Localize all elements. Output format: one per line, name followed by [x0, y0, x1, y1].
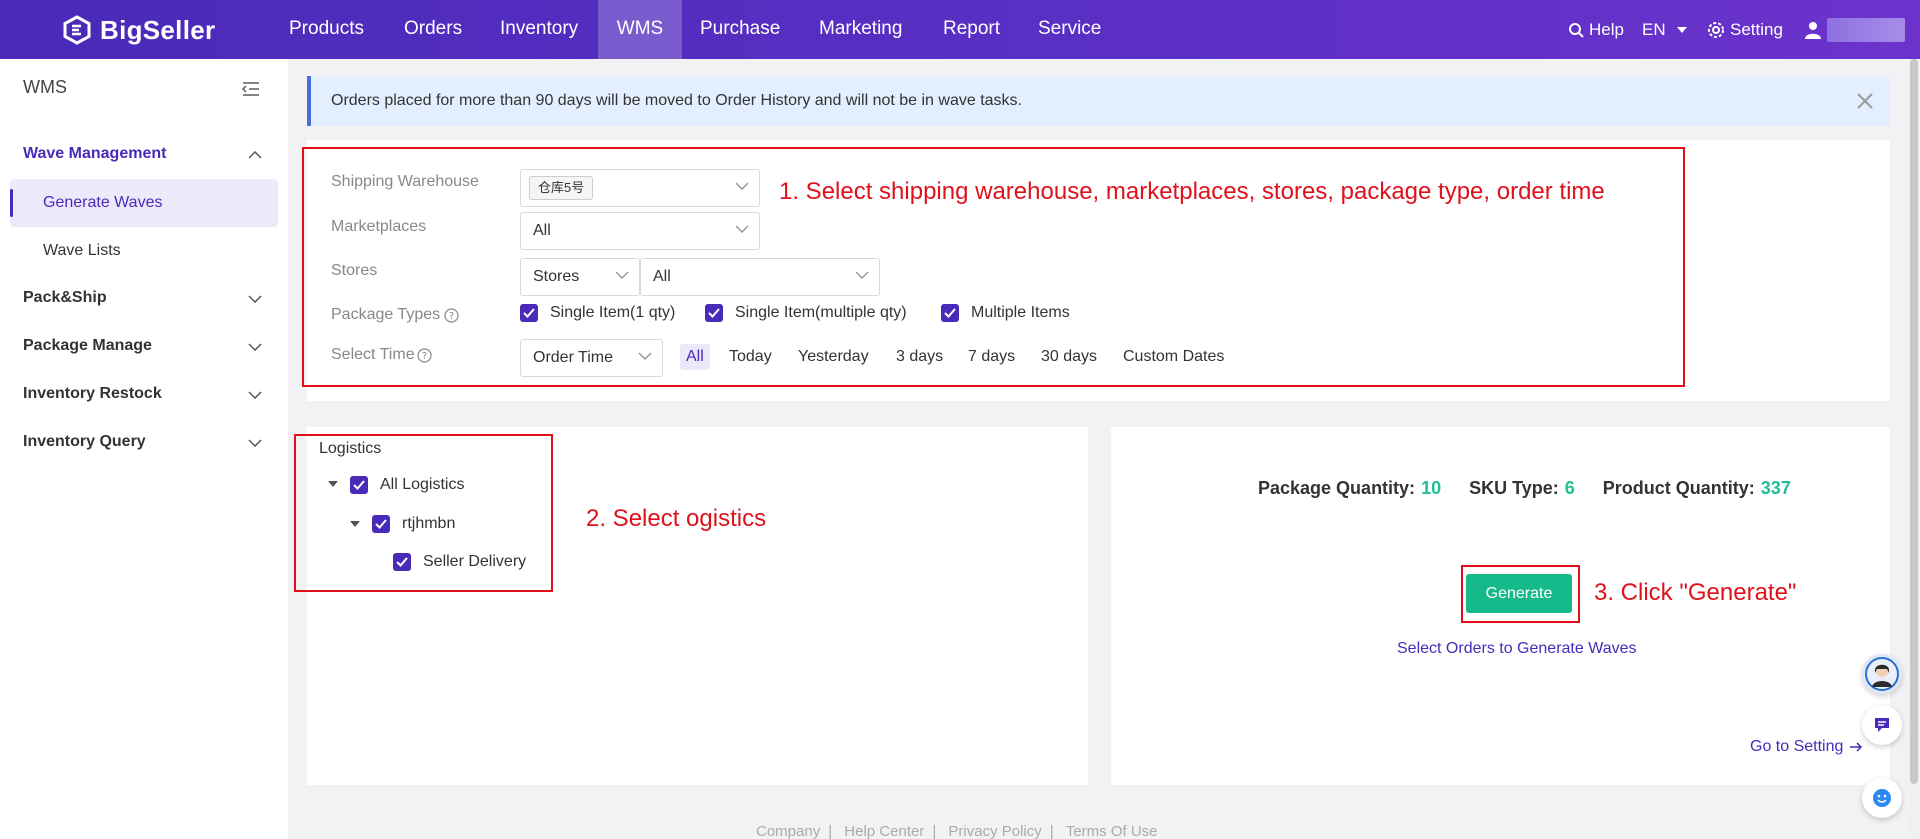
chevron-down-icon[interactable] — [248, 391, 262, 399]
setting-link[interactable]: Setting — [1707, 20, 1783, 40]
language-select[interactable]: EN — [1642, 20, 1687, 40]
footer-company[interactable]: Company — [748, 823, 828, 839]
gear-icon — [1708, 21, 1724, 38]
annotation-step-1: 1. Select shipping warehouse, marketplac… — [779, 178, 1605, 205]
feedback-button[interactable] — [1862, 778, 1902, 818]
footer-terms-of-use[interactable]: Terms Of Use — [1058, 823, 1166, 839]
nav-report[interactable]: Report — [925, 0, 1018, 59]
logo-icon — [63, 15, 91, 45]
nav-service[interactable]: Service — [1020, 0, 1119, 59]
product-quantity-value: 337 — [1760, 478, 1791, 498]
sidebar-item-inventory-restock[interactable]: Inventory Restock — [23, 385, 162, 403]
chevron-up-icon[interactable] — [248, 151, 262, 159]
caret-down-icon — [1676, 26, 1687, 33]
collapse-menu-icon[interactable] — [242, 81, 260, 97]
brand-name: BigSeller — [100, 14, 216, 45]
package-quantity-value: 10 — [1421, 478, 1442, 498]
page-scrollbar[interactable] — [1908, 59, 1920, 839]
annotation-box-logistics — [294, 434, 553, 592]
sidebar-item-package-manage[interactable]: Package Manage — [23, 337, 152, 355]
go-to-setting-label: Go to Setting — [1750, 738, 1844, 755]
user-avatar-blurred — [1827, 17, 1905, 42]
chat-icon — [1875, 718, 1889, 732]
brand-logo[interactable]: BigSeller — [62, 14, 215, 46]
sidebar: WMS Wave Management Generate Waves Wave … — [0, 59, 288, 839]
smile-icon — [1873, 789, 1891, 807]
chevron-down-icon[interactable] — [248, 295, 262, 303]
footer-help-center[interactable]: Help Center — [836, 823, 932, 839]
language-label: EN — [1642, 19, 1666, 39]
chevron-down-icon[interactable] — [248, 343, 262, 351]
nav-orders[interactable]: Orders — [386, 0, 480, 59]
user-icon — [1805, 21, 1821, 39]
help-label: Help — [1589, 19, 1624, 39]
annotation-step-3: 3. Click "Generate" — [1594, 579, 1797, 606]
search-icon — [1569, 22, 1584, 38]
chevron-down-icon[interactable] — [248, 439, 262, 447]
sidebar-item-generate-waves[interactable]: Generate Waves — [10, 179, 278, 227]
select-orders-link[interactable]: Select Orders to Generate Waves — [1397, 640, 1637, 658]
footer-privacy-policy[interactable]: Privacy Policy — [940, 823, 1049, 839]
sidebar-item-pack-ship[interactable]: Pack&Ship — [23, 289, 107, 307]
sidebar-title: WMS — [23, 77, 67, 97]
nav-inventory[interactable]: Inventory — [482, 0, 596, 59]
notice-text: Orders placed for more than 90 days will… — [331, 92, 1022, 109]
support-agent-icon — [1865, 657, 1899, 691]
sidebar-item-inventory-query[interactable]: Inventory Query — [23, 433, 146, 451]
sku-type-value: 6 — [1564, 478, 1575, 498]
annotation-step-2: 2. Select ogistics — [586, 505, 767, 532]
setting-label: Setting — [1730, 19, 1783, 39]
sku-type-label: SKU Type: — [1469, 478, 1559, 498]
nav-marketing[interactable]: Marketing — [801, 0, 920, 59]
sidebar-item-wave-management[interactable]: Wave Management — [23, 145, 166, 163]
top-navbar: BigSeller Products Orders Inventory WMS … — [0, 0, 1920, 59]
nav-wms[interactable]: WMS — [598, 0, 682, 59]
notice-banner: Orders placed for more than 90 days will… — [307, 76, 1890, 126]
annotation-box-generate — [1461, 565, 1580, 623]
scrollbar-thumb[interactable] — [1910, 59, 1918, 784]
stats-row: Package Quantity: 10 SKU Type: 6 Product… — [1258, 478, 1791, 499]
support-avatar-button[interactable] — [1862, 654, 1902, 694]
sidebar-item-wave-lists[interactable]: Wave Lists — [10, 227, 278, 275]
user-menu[interactable] — [1804, 17, 1905, 42]
footer-links: Company | Help Center | Privacy Policy | Te… — [748, 823, 1166, 839]
close-icon[interactable] — [1856, 92, 1874, 110]
product-quantity-label: Product Quantity: — [1602, 478, 1755, 498]
package-quantity-label: Package Quantity: — [1258, 478, 1416, 498]
help-link[interactable]: Help — [1568, 20, 1624, 40]
chat-button[interactable] — [1862, 705, 1902, 745]
nav-purchase[interactable]: Purchase — [682, 0, 798, 59]
nav-products[interactable]: Products — [271, 0, 382, 59]
go-to-setting-link[interactable]: Go to Setting — [1750, 738, 1863, 756]
arrow-right-icon — [1850, 742, 1863, 752]
